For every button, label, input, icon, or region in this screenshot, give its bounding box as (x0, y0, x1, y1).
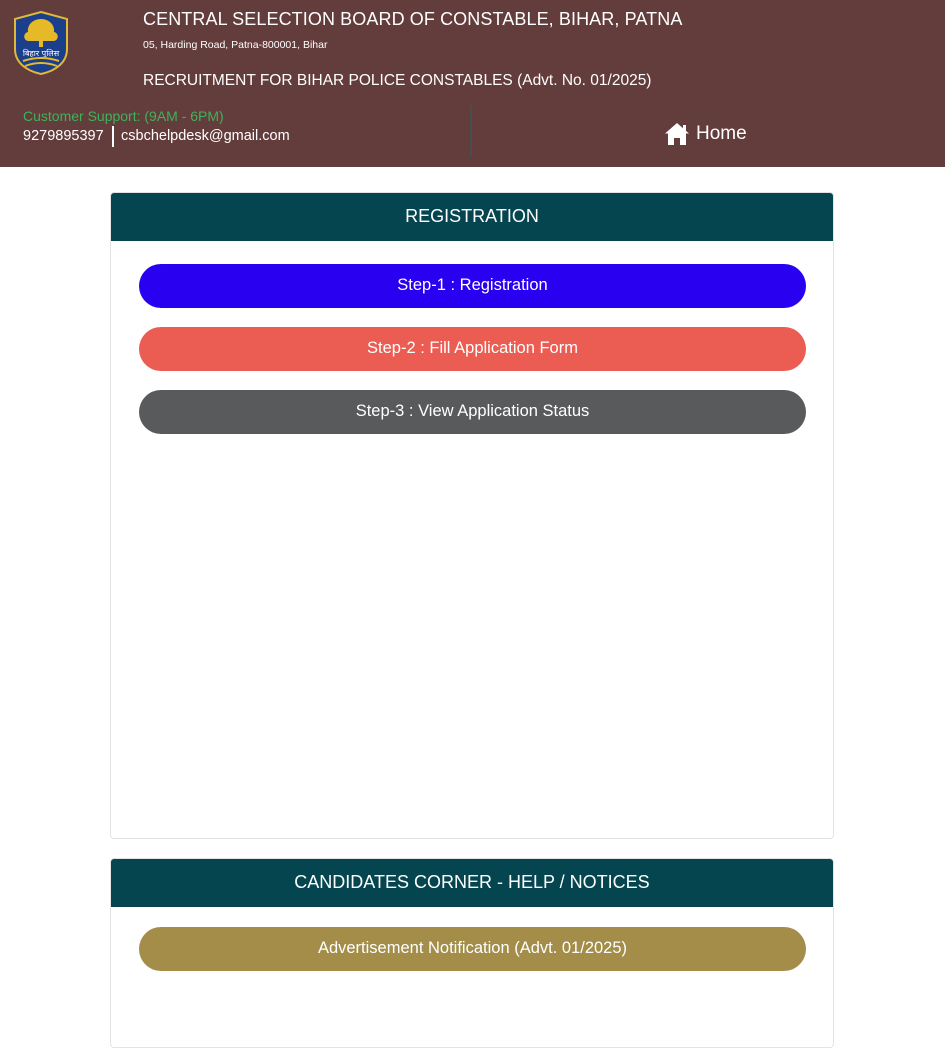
header-divider (470, 105, 472, 157)
support-phone[interactable]: 9279895397 (23, 128, 104, 144)
step-1-registration-button[interactable]: Step-1 : Registration (139, 264, 806, 308)
home-label: Home (696, 123, 747, 144)
site-header: बिहार पुलिस CENTRAL SELECTION BOARD OF C… (0, 0, 945, 167)
step-2-fill-application-button[interactable]: Step-2 : Fill Application Form (139, 327, 806, 371)
candidates-corner-heading: CANDIDATES CORNER - HELP / NOTICES (111, 859, 833, 907)
recruitment-title: RECRUITMENT FOR BIHAR POLICE CONSTABLES … (143, 72, 652, 89)
advertisement-notification-button[interactable]: Advertisement Notification (Advt. 01/202… (139, 927, 806, 971)
home-icon (665, 123, 689, 145)
candidates-corner-panel: CANDIDATES CORNER - HELP / NOTICES Adver… (110, 858, 834, 1048)
home-link[interactable]: Home (664, 121, 747, 147)
org-address: 05, Harding Road, Patna-800001, Bihar (143, 39, 328, 51)
support-email[interactable]: csbchelpdesk@gmail.com (121, 128, 290, 144)
support-label: Customer Support: (9AM - 6PM) (23, 108, 224, 124)
support-separator (112, 126, 114, 147)
bihar-police-logo: बिहार पुलिस (13, 10, 69, 76)
registration-panel: REGISTRATION Step-1 : Registration Step-… (110, 192, 834, 839)
org-title: CENTRAL SELECTION BOARD OF CONSTABLE, BI… (143, 9, 683, 29)
step-3-view-status-button[interactable]: Step-3 : View Application Status (139, 390, 806, 434)
registration-heading: REGISTRATION (111, 193, 833, 241)
